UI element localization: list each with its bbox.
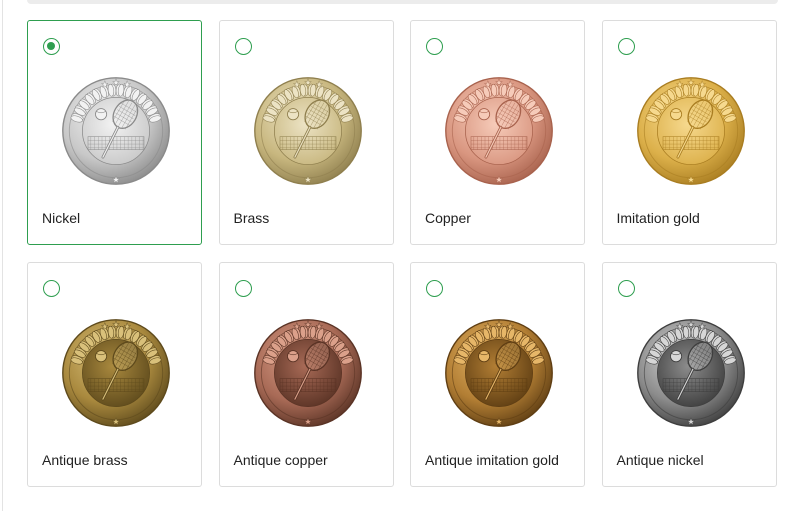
panel-left-border [2, 0, 3, 511]
radio-selected-dot [47, 42, 55, 50]
tennis-medal-icon [445, 319, 553, 427]
radio-button[interactable] [234, 38, 252, 55]
finish-options-grid: Nickel Brass Copper Imitation gold Antiq… [27, 20, 777, 487]
finish-option-label: Imitation gold [616, 210, 700, 226]
radio-button[interactable] [234, 280, 252, 297]
section-top-divider [27, 0, 778, 4]
tennis-medal-icon [253, 319, 362, 427]
tennis-medal-icon [62, 319, 170, 427]
finish-option-label: Copper [425, 210, 471, 226]
finish-option-card[interactable]: Imitation gold [601, 20, 777, 245]
radio-button[interactable] [617, 280, 635, 297]
radio-button[interactable] [426, 280, 443, 297]
finish-option-label: Antique brass [42, 452, 128, 468]
finish-option-label: Brass [233, 210, 270, 226]
finish-option-card[interactable]: Antique imitation gold [410, 262, 585, 487]
radio-button[interactable] [617, 38, 635, 55]
finish-option-card[interactable]: Brass [218, 20, 394, 245]
finish-option-label: Nickel [42, 210, 81, 226]
tennis-medal-icon [253, 77, 362, 185]
finish-option-card[interactable]: Antique brass [27, 262, 202, 487]
finish-option-label: Antique nickel [616, 452, 704, 468]
finish-option-label: Antique imitation gold [425, 452, 559, 468]
radio-button[interactable] [43, 38, 60, 55]
tennis-medal-icon [636, 319, 745, 427]
finish-option-card[interactable]: Antique nickel [601, 262, 777, 487]
tennis-medal-icon [445, 77, 553, 185]
tennis-medal-icon [62, 77, 170, 185]
tennis-medal-icon [636, 77, 745, 185]
finish-option-card[interactable]: Antique copper [218, 262, 394, 487]
finish-option-label: Antique copper [233, 452, 328, 468]
radio-button[interactable] [426, 38, 443, 55]
radio-button[interactable] [43, 280, 60, 297]
finish-option-card[interactable]: Copper [410, 20, 585, 245]
finish-option-card[interactable]: Nickel [27, 20, 202, 245]
